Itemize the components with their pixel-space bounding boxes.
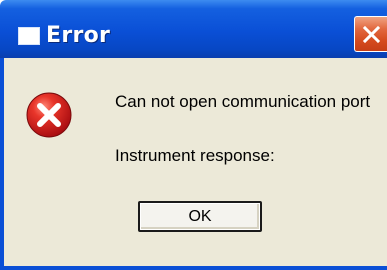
error-icon	[26, 92, 72, 138]
window-icon	[18, 27, 40, 45]
ok-button[interactable]: OK	[138, 201, 262, 232]
title-bar[interactable]: Error	[0, 0, 387, 58]
close-button[interactable]	[354, 16, 387, 52]
error-dialog: Error Can not open communication port In…	[0, 0, 387, 270]
close-icon	[362, 25, 381, 44]
error-message: Can not open communication port	[115, 92, 371, 111]
instrument-response-label: Instrument response:	[115, 146, 275, 165]
dialog-title: Error	[46, 23, 111, 48]
